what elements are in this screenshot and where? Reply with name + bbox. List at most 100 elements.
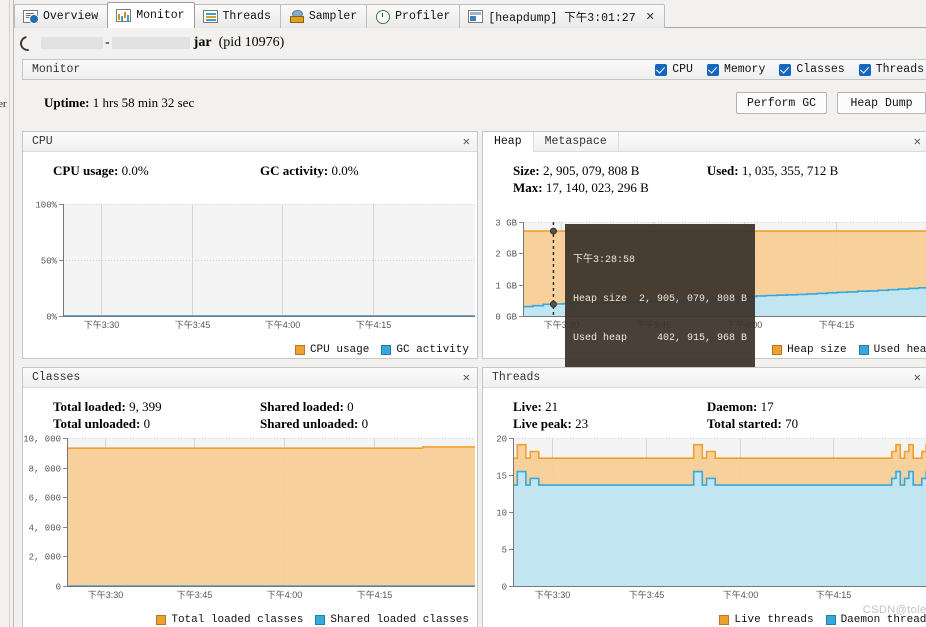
svg-text:6, 000: 6, 000 (29, 494, 61, 504)
heap-legend: Heap size Used heap (772, 344, 926, 356)
visualvm-monitor-window: er Overview Monitor Threads Sampler Profiler… (0, 0, 926, 627)
classes-panel-close-icon[interactable]: ✕ (463, 370, 470, 385)
heap-legend-label-0: Heap size (787, 344, 847, 356)
cpu-legend: CPU usage GC activity (294, 344, 469, 356)
heap-panel-tabs: Heap Metaspace (483, 131, 619, 152)
monitor-toggle-threads[interactable]: Threads (858, 63, 924, 76)
cpu-panel-close-icon[interactable]: ✕ (463, 134, 470, 149)
threads-panel-close-icon[interactable]: ✕ (914, 370, 921, 385)
svg-text:3 GB: 3 GB (495, 219, 517, 229)
svg-text:4, 000: 4, 000 (29, 524, 61, 534)
tab-metaspace[interactable]: Metaspace (534, 131, 619, 152)
heap-tooltip: 下午3:28:58 Heap size 2, 905, 079, 808 B U… (565, 224, 756, 376)
classes-legend-item-total-loaded: Total loaded classes (156, 614, 303, 626)
total-started-value: 70 (785, 416, 799, 431)
heap-panel-close-icon[interactable]: ✕ (914, 134, 921, 149)
cpu-usage-value: 0.0% (121, 163, 149, 178)
checkbox-label: Memory (723, 63, 766, 76)
threads-stats: Live: 21 Daemon: 17 Live peak: 23 Total … (483, 388, 926, 432)
svg-text:5: 5 (502, 546, 507, 556)
tab-close-icon[interactable]: ✕ (646, 10, 655, 24)
tab-heap[interactable]: Heap (483, 131, 534, 152)
heap-tooltip-row-1: Used heap 402, 915, 968 B (573, 332, 747, 345)
heap-panel-header: Heap Metaspace ✕ (483, 131, 926, 152)
svg-text:100%: 100% (35, 201, 57, 211)
live-label: Live: (513, 399, 542, 414)
left-dock-label[interactable]: er (0, 98, 7, 110)
process-pid-label: (pid 10976) (218, 35, 285, 50)
watermark: CSDN@tolee (862, 604, 926, 616)
classes-legend: Total loaded classes Shared loaded class… (156, 614, 469, 626)
threads-chart[interactable]: 0 5 10 15 20 下午3:30 下午3:45 下午4:00 下午4:15 Live th… (483, 432, 926, 627)
shared-unloaded-label: Shared unloaded: (260, 416, 359, 431)
threads-panel-title: Threads (492, 371, 541, 384)
uptime-label: Uptime: (44, 95, 90, 110)
svg-text:下午4:15: 下午4:15 (816, 589, 852, 600)
svg-text:10: 10 (496, 509, 507, 519)
heap-dump-button[interactable]: Heap Dump (837, 92, 926, 114)
heap-used-label: Used: (706, 163, 739, 178)
redacted-separator: - (105, 35, 110, 50)
classes-chart[interactable]: 0 2, 000 4, 000 6, 000 8, 000 10, 000 下午3:30 下午… (23, 432, 477, 627)
tab-label: Threads (222, 10, 271, 23)
shared-unloaded-value: 0 (361, 416, 369, 431)
daemon-threads-swatch (825, 615, 836, 625)
total-started-stat: Total started: 70 (703, 415, 926, 432)
total-loaded-stat: Total loaded: 9, 399 (23, 398, 250, 415)
tab-sampler[interactable]: Sampler (279, 4, 368, 28)
gc-activity-label: GC activity: (260, 163, 329, 178)
threads-stat-row-2: Live peak: 23 Total started: 70 (483, 415, 926, 432)
checkbox-cpu[interactable] (655, 63, 668, 76)
threads-panel-header: Threads ✕ (483, 368, 926, 388)
live-peak-stat: Live peak: 23 (483, 415, 703, 432)
tab-heapdump-3-01-27[interactable]: [heapdump] 下午3:01:27 ✕ (459, 4, 665, 28)
checkbox-classes[interactable] (779, 63, 792, 76)
total-unloaded-value: 0 (143, 416, 151, 431)
tab-monitor[interactable]: Monitor (107, 2, 195, 28)
shared-loaded-swatch (315, 615, 326, 625)
monitor-toggle-cpu[interactable]: CPU (655, 63, 693, 76)
checkbox-label: CPU (672, 63, 693, 76)
svg-text:下午4:15: 下午4:15 (356, 319, 392, 330)
heap-tooltip-row-0: Heap size 2, 905, 079, 808 B (573, 293, 747, 306)
checkbox-memory[interactable] (706, 63, 719, 76)
heap-legend-item-heap-size: Heap size (772, 344, 847, 356)
heap-tooltip-value-0: 2, 905, 079, 808 B (639, 294, 748, 305)
heap-chart[interactable]: 0 GB1 GB2 GB3 GB下午3:30下午3:45下午4:00下午4:15… (483, 216, 926, 376)
checkbox-threads[interactable] (858, 63, 871, 76)
svg-text:下午3:45: 下午3:45 (175, 319, 211, 330)
tab-overview[interactable]: Overview (14, 4, 109, 28)
checkbox-label: Threads (875, 63, 924, 76)
classes-legend-item-shared-loaded: Shared loaded classes (315, 614, 469, 626)
profiler-icon (375, 10, 391, 24)
cpu-panel: CPU ✕ CPU usage: 0.0% GC activity: 0.0% … (22, 131, 478, 359)
classes-stat-row-1: Total loaded: 9, 399 Shared loaded: 0 (23, 398, 477, 415)
svg-text:15: 15 (496, 472, 507, 482)
heapdump-icon (468, 10, 484, 23)
monitor-toggle-memory[interactable]: Memory (706, 63, 766, 76)
tab-label: Monitor (136, 9, 185, 22)
heap-size-swatch (772, 345, 783, 355)
monitor-header-title: Monitor (32, 63, 81, 76)
cpu-chart[interactable]: 0% 50% 100% 下午3:30 下午3:45 下午4:00 下午4:15 CPU us… (23, 198, 477, 358)
svg-text:下午3:30: 下午3:30 (535, 589, 571, 600)
classes-panel-header: Classes ✕ (23, 368, 477, 388)
total-unloaded-stat: Total unloaded: 0 (23, 415, 250, 432)
svg-text:0: 0 (502, 583, 507, 593)
perform-gc-button[interactable]: Perform GC (735, 92, 827, 114)
heap-max-stat: Max: 17, 140, 023, 296 B (483, 179, 703, 196)
tab-profiler[interactable]: Profiler (366, 4, 461, 28)
live-peak-label: Live peak: (513, 416, 572, 431)
heap-stat-row-2: Max: 17, 140, 023, 296 B (483, 179, 926, 196)
heap-legend-item-used-heap: Used heap (858, 344, 926, 356)
total-started-label: Total started: (706, 416, 782, 431)
heap-max-value: 17, 140, 023, 296 B (545, 180, 649, 195)
daemon-threads-stat: Daemon: 17 (703, 398, 926, 415)
daemon-value: 17 (760, 399, 774, 414)
svg-text:下午3:45: 下午3:45 (629, 589, 665, 600)
heap-tooltip-label-1: Used heap (573, 333, 628, 344)
monitor-header-bar: Monitor CPU Memory Classes Threads (22, 59, 926, 80)
tab-threads[interactable]: Threads (193, 4, 281, 28)
monitor-toggle-classes[interactable]: Classes (779, 63, 845, 76)
heap-stat-row-1: Size: 2, 905, 079, 808 B Used: 1, 035, 3… (483, 162, 926, 179)
